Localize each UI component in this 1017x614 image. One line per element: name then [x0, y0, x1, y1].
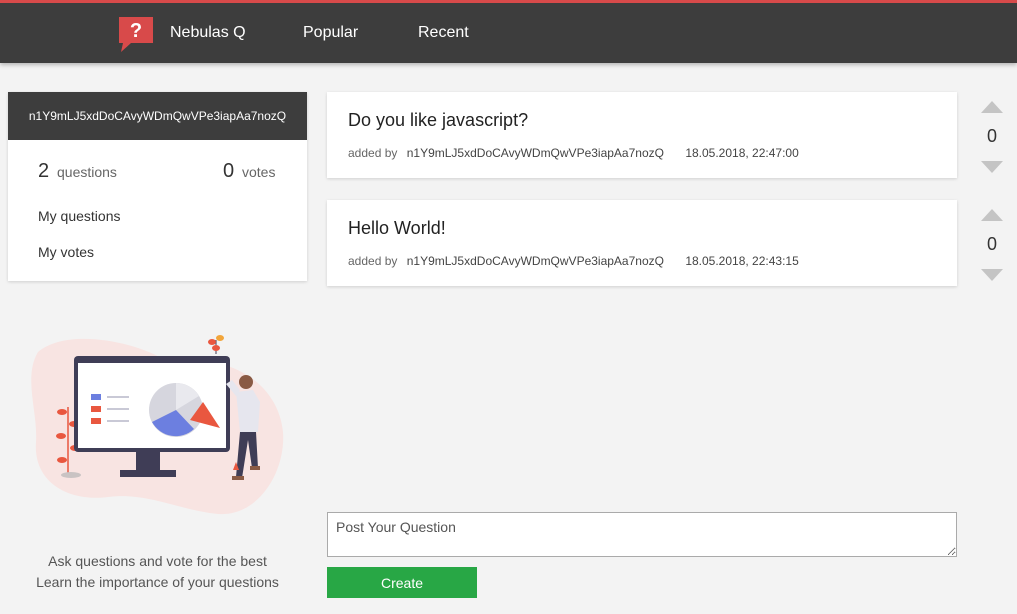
question-date: 18.05.2018, 22:43:15 — [685, 254, 799, 268]
create-button[interactable]: Create — [327, 567, 477, 598]
votes-label: votes — [242, 164, 276, 180]
post-question-input[interactable] — [327, 512, 957, 557]
questions-label: questions — [57, 164, 117, 180]
questions-count: 2 — [38, 160, 50, 182]
question-meta: added by n1Y9mLJ5xdDoCAvyWDmQwVPe3iapAa7… — [348, 254, 799, 268]
added-by-label: added by — [348, 254, 398, 268]
nav-popular-link[interactable]: Popular — [303, 24, 358, 42]
added-by-label: added by — [348, 146, 398, 160]
my-votes-link[interactable]: My votes — [38, 244, 94, 260]
upvote-arrow-icon[interactable] — [981, 209, 1003, 221]
downvote-arrow-icon[interactable] — [981, 161, 1003, 173]
my-questions-link[interactable]: My questions — [38, 208, 120, 224]
question-author: n1Y9mLJ5xdDoCAvyWDmQwVPe3iapAa7nozQ — [406, 254, 664, 268]
upvote-arrow-icon[interactable] — [981, 101, 1003, 113]
top-navbar: ? Nebulas Q Popular Recent — [0, 0, 1017, 63]
question-author: n1Y9mLJ5xdDoCAvyWDmQwVPe3iapAa7nozQ — [406, 146, 664, 160]
question-date: 18.05.2018, 22:47:00 — [685, 146, 799, 160]
question-card: Do you like javascript? added by n1Y9mLJ… — [327, 92, 957, 178]
svg-text:?: ? — [130, 20, 142, 42]
tagline-line-1: Ask questions and vote for the best — [48, 553, 267, 569]
question-meta: added by n1Y9mLJ5xdDoCAvyWDmQwVPe3iapAa7… — [348, 146, 799, 160]
nav-recent-link[interactable]: Recent — [418, 24, 469, 42]
vote-count: 0 — [986, 234, 997, 254]
nav-brand-link[interactable]: Nebulas Q — [170, 24, 246, 42]
profile-card: n1Y9mLJ5xdDoCAvyWDmQwVPe3iapAa7nozQ 2 qu… — [8, 92, 307, 281]
tagline-line-2: Learn the importance of your questions — [36, 574, 279, 590]
question-card: Hello World! added by n1Y9mLJ5xdDoCAvyWD… — [327, 200, 957, 286]
vote-count: 0 — [986, 126, 997, 146]
question-title[interactable]: Do you like javascript? — [348, 110, 528, 131]
question-title[interactable]: Hello World! — [348, 218, 446, 239]
votes-count: 0 — [223, 160, 235, 182]
presentation-illustration — [31, 335, 284, 515]
downvote-arrow-icon[interactable] — [981, 269, 1003, 281]
profile-address: n1Y9mLJ5xdDoCAvyWDmQwVPe3iapAa7nozQ — [8, 92, 307, 140]
question-mark-icon[interactable]: ? — [117, 15, 155, 53]
